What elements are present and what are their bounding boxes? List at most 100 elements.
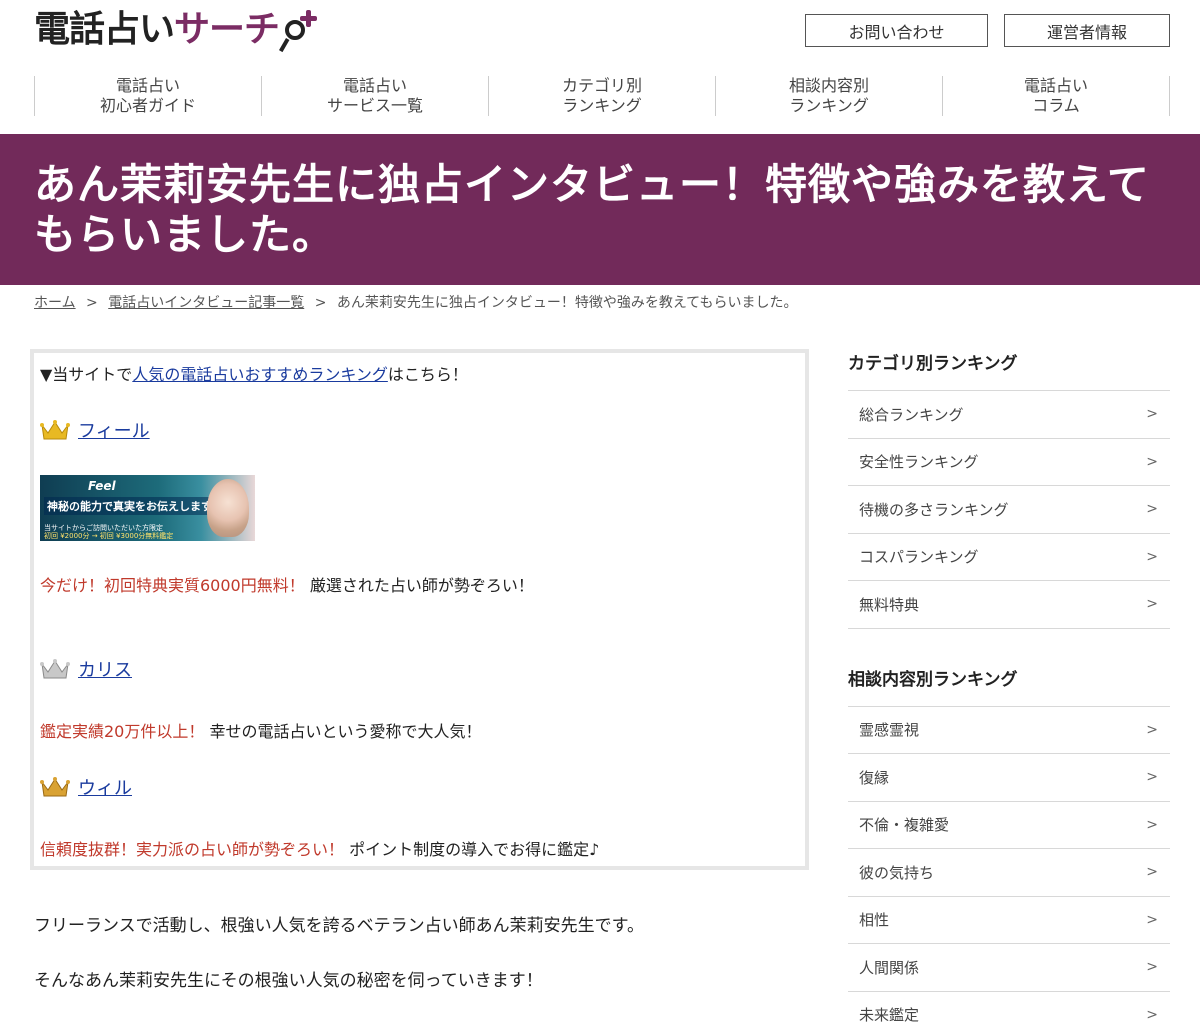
breadcrumb-list-link[interactable]: 電話占いインタビュー記事一覧 (108, 295, 304, 311)
rank-item-feel: フィール (40, 417, 150, 443)
gold-crown-icon (40, 419, 70, 441)
sidebar-item-label: 無料特典 (859, 595, 920, 614)
sidebar-item-label: 待機の多さランキング (859, 500, 1009, 519)
contact-button[interactable]: お問い合わせ (805, 14, 988, 47)
banner-brand: Feel (88, 479, 116, 493)
nav-column[interactable]: 電話占い コラム (943, 76, 1170, 116)
sidebar-item-future[interactable]: 未来鑑定 > (848, 992, 1170, 1023)
nav-label: サービス一覧 (326, 96, 423, 115)
logo-text-main: 電話占い (34, 9, 175, 50)
nav-beginner-guide[interactable]: 電話占い 初心者ガイド (35, 76, 262, 116)
feel-link[interactable]: フィール (78, 421, 150, 442)
rank-item-will: ウィル (40, 774, 132, 800)
chevron-right-icon: > (1146, 959, 1158, 976)
charis-highlight: 鑑定実績20万件以上！ (40, 722, 205, 741)
sidebar-item-label: 復縁 (859, 768, 890, 787)
sidebar-item-label: 彼の気持ち (859, 863, 935, 882)
chevron-right-icon: > (1146, 548, 1158, 565)
consult-ranking-heading: 相談内容別ランキング (848, 669, 1018, 690)
intro-text: ▼当サイトで (40, 365, 133, 384)
page-title: あん茉莉安先生に独占インタビュー！特徴や強みを教えて もらいました。 (34, 160, 1174, 260)
magnifier-icon (279, 6, 321, 54)
sidebar-item-label: コスパランキング (859, 548, 979, 567)
sidebar-item-cost-performance[interactable]: コスパランキング > (848, 534, 1170, 581)
chevron-right-icon: > (1146, 816, 1158, 833)
chevron-right-icon: > (1146, 501, 1158, 518)
intro-paragraph: そんなあん茉莉安先生にその根強い人気の秘密を伺っていきます！ (34, 971, 543, 991)
breadcrumb-separator: > (314, 295, 327, 311)
nav-label: 電話占い (1023, 76, 1088, 95)
logo-text-accent: サーチ (174, 9, 280, 50)
charis-description: 鑑定実績20万件以上！ 幸せの電話占いという愛称で大人気！ (40, 718, 481, 742)
charis-link[interactable]: カリス (78, 660, 132, 681)
title-line: もらいました。 (34, 210, 336, 259)
category-ranking-heading: カテゴリ別ランキング (848, 354, 1018, 374)
sidebar-item-psychic[interactable]: 霊感霊視 > (848, 707, 1170, 754)
sidebar-item-label: 相性 (859, 911, 890, 930)
nav-category-ranking[interactable]: カテゴリ別 ランキング (489, 76, 716, 116)
charis-desc: 幸せの電話占いという愛称で大人気！ (209, 722, 482, 741)
nav-label: 電話占い (342, 76, 407, 95)
sidebar-item-relationships[interactable]: 人間関係 > (848, 944, 1170, 992)
sidebar-item-safety[interactable]: 安全性ランキング > (848, 439, 1170, 486)
sidebar-item-reunion[interactable]: 復縁 > (848, 754, 1170, 802)
nav-label: カテゴリ別 (561, 76, 642, 95)
nav-label: 初心者ガイド (99, 96, 196, 115)
global-nav: 電話占い 初心者ガイド 電話占い サービス一覧 カテゴリ別 ランキング 相談内容… (34, 76, 1170, 116)
banner-offer: 初回 ¥2000分 → 初回 ¥3000分無料鑑定 (44, 532, 174, 540)
nav-label: 電話占い (115, 76, 180, 95)
sidebar-item-overall[interactable]: 総合ランキング > (848, 391, 1170, 439)
site-header: 電話占い サーチ お問い合わせ 運営者情報 電話占い 初心者ガイド 電話占い サ… (0, 0, 1200, 134)
sidebar: カテゴリ別ランキング 総合ランキング > 安全性ランキング > 待機の多さランキング… (848, 350, 1170, 1023)
sidebar-item-complex-love[interactable]: 不倫・複雑愛 > (848, 802, 1170, 849)
silver-crown-icon (40, 658, 70, 680)
nav-label: ランキング (789, 96, 869, 115)
sidebar-item-label: 総合ランキング (859, 405, 964, 424)
feel-desc: 厳選された占い師が勢ぞろい！ (309, 576, 534, 595)
ranking-link[interactable]: 人気の電話占いおすすめランキング (132, 365, 388, 384)
fortune-teller-photo (207, 479, 249, 537)
recommend-intro: ▼当サイトで人気の電話占いおすすめランキングはこちら！ (40, 361, 468, 385)
site-logo[interactable]: 電話占い サーチ (34, 6, 321, 54)
will-desc: ポイント制度の導入でお得に鑑定♪ (349, 840, 600, 859)
breadcrumb-separator: > (86, 295, 98, 311)
chevron-right-icon: > (1146, 453, 1158, 470)
sidebar-item-label: 人間関係 (859, 958, 920, 977)
chevron-right-icon: > (1146, 1006, 1158, 1023)
consult-ranking-list: 霊感霊視 > 復縁 > 不倫・複雑愛 > 彼の気持ち > 相性 > 人間関係 > 未来鑑定 > (848, 705, 1170, 1023)
feel-description: 今だけ！初回特典実質6000円無料！ 厳選された占い師が勢ぞろい！ (40, 572, 534, 596)
sidebar-item-label: 不倫・複雑愛 (859, 816, 950, 835)
nav-label: コラム (1032, 96, 1080, 115)
breadcrumb-current: あん茉莉安先生に独占インタビュー！特徴や強みを教えてもらいました。 (336, 295, 798, 311)
sidebar-item-free-bonus[interactable]: 無料特典 > (848, 581, 1170, 629)
chevron-right-icon: > (1146, 596, 1158, 613)
will-link[interactable]: ウィル (78, 778, 132, 799)
intro-paragraph: フリーランスで活動し、根強い人気を誇るベテラン占い師あん茉莉安先生です。 (34, 916, 644, 936)
chevron-right-icon: > (1146, 864, 1158, 881)
chevron-right-icon: > (1146, 769, 1158, 786)
title-banner: あん茉莉安先生に独占インタビュー！特徴や強みを教えて もらいました。 (0, 134, 1200, 285)
sidebar-item-label: 安全性ランキング (859, 453, 979, 472)
recommend-box: ▼当サイトで人気の電話占いおすすめランキングはこちら！ フィール Feel 神秘… (30, 349, 809, 870)
sidebar-item-compatibility[interactable]: 相性 > (848, 897, 1170, 944)
operator-info-button[interactable]: 運営者情報 (1004, 14, 1170, 47)
chevron-right-icon: > (1146, 911, 1158, 928)
sidebar-item-label: 霊感霊視 (859, 721, 920, 740)
nav-service-list[interactable]: 電話占い サービス一覧 (262, 76, 489, 116)
breadcrumb: ホーム > 電話占いインタビュー記事一覧 > あん茉莉安先生に独占インタビュー！… (34, 292, 797, 312)
sidebar-item-label: 未来鑑定 (859, 1006, 920, 1023)
chevron-right-icon: > (1146, 721, 1158, 738)
nav-label: 相談内容別 (788, 76, 869, 95)
bronze-crown-icon (40, 776, 70, 798)
sidebar-item-availability[interactable]: 待機の多さランキング > (848, 486, 1170, 534)
feel-ad-banner[interactable]: Feel 神秘の能力で真実をお伝えします。 当サイトからご訪問いただいた方限定 … (40, 475, 255, 541)
nav-consult-ranking[interactable]: 相談内容別 ランキング (716, 76, 943, 116)
title-line: あん茉莉安先生に独占インタビュー！特徴や強みを教えて (34, 160, 1150, 209)
chevron-right-icon: > (1146, 406, 1158, 423)
sidebar-item-his-feelings[interactable]: 彼の気持ち > (848, 849, 1170, 897)
banner-headline: 神秘の能力で真実をお伝えします。 (44, 497, 225, 515)
rank-item-charis: カリス (40, 656, 132, 682)
category-ranking-list: 総合ランキング > 安全性ランキング > 待機の多さランキング > コスパランキング >… (848, 390, 1170, 629)
breadcrumb-home-link[interactable]: ホーム (34, 295, 76, 311)
nav-label: ランキング (562, 96, 642, 115)
